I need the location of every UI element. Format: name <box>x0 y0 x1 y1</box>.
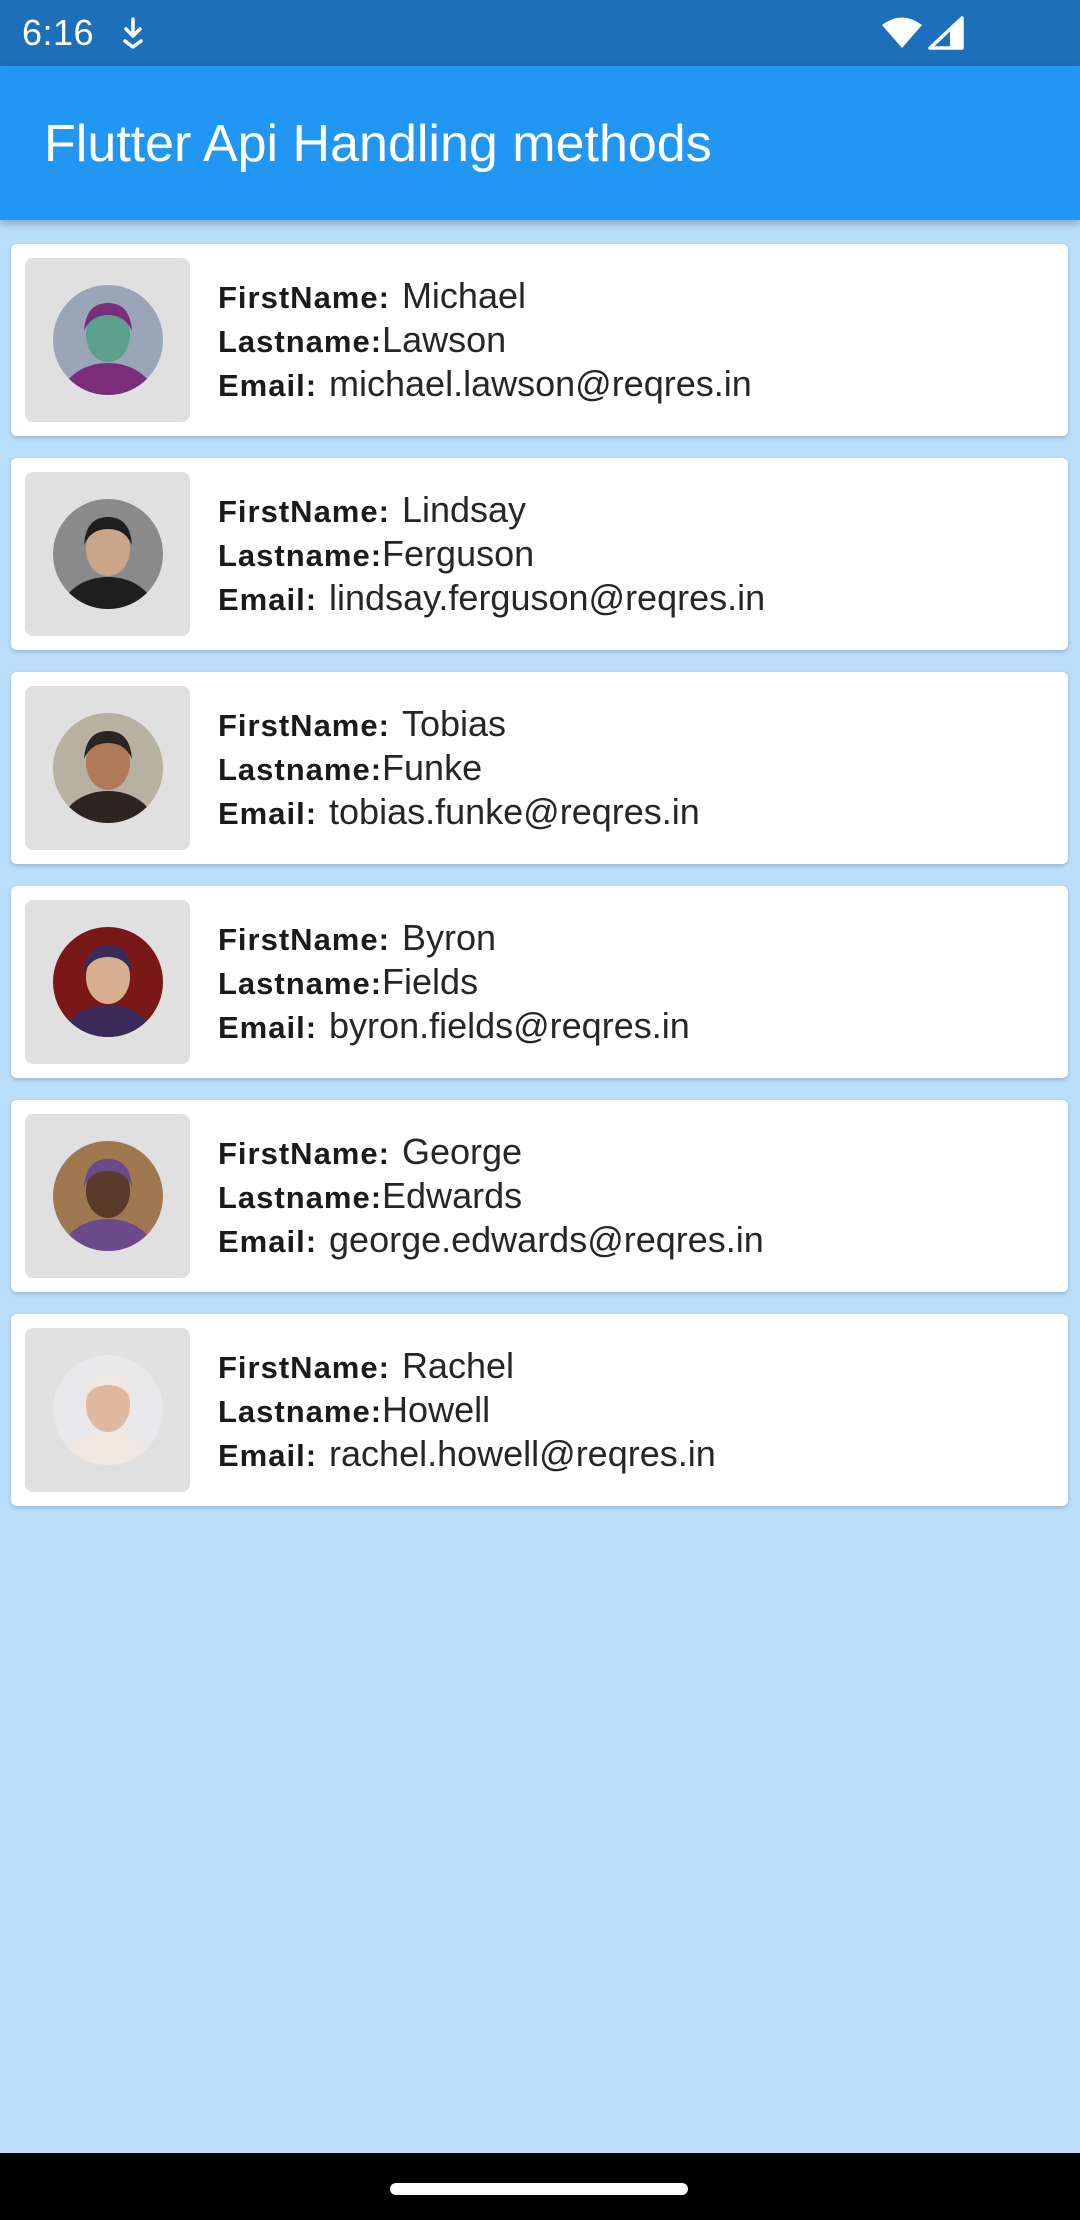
email-label: Email: <box>218 1224 318 1259</box>
user-info: FirstName: George Lastname:Edwards Email: ge… <box>218 1130 764 1262</box>
avatar <box>53 1355 163 1465</box>
last-name-label: Lastname: <box>218 324 383 359</box>
first-name-value: Byron <box>401 917 496 958</box>
status-time: 6:16 <box>22 12 95 53</box>
first-name-value: Rachel <box>401 1345 514 1386</box>
email-label: Email: <box>218 796 318 831</box>
first-name-row: FirstName: Michael <box>218 274 752 318</box>
first-name-row: FirstName: Byron <box>218 916 690 960</box>
email-value: lindsay.ferguson@reqres.in <box>329 577 766 618</box>
user-card[interactable]: FirstName: Michael Lastname:Lawson Email: mi… <box>11 244 1068 436</box>
email-label: Email: <box>218 368 318 403</box>
email-value: michael.lawson@reqres.in <box>329 363 752 404</box>
last-name-value: Ferguson <box>382 533 535 574</box>
navigation-bar <box>0 2153 1080 2220</box>
email-row: Email: george.edwards@reqres.in <box>218 1218 764 1262</box>
first-name-value: Michael <box>401 275 526 316</box>
first-name-value: Lindsay <box>401 489 527 530</box>
last-name-value: Edwards <box>382 1175 523 1216</box>
avatar-container <box>25 1328 190 1492</box>
status-bar: 6:16 <box>0 0 1080 66</box>
avatar-container <box>25 258 190 422</box>
last-name-label: Lastname: <box>218 752 383 787</box>
avatar <box>53 499 163 609</box>
email-row: Email: lindsay.ferguson@reqres.in <box>218 576 765 620</box>
first-name-value: George <box>401 1131 523 1172</box>
email-value: george.edwards@reqres.in <box>329 1219 764 1260</box>
last-name-label: Lastname: <box>218 538 383 573</box>
user-info: FirstName: Rachel Lastname:Howell Email: rac… <box>218 1344 716 1476</box>
last-name-row: Lastname:Ferguson <box>218 532 765 576</box>
last-name-label: Lastname: <box>218 966 383 1001</box>
user-info: FirstName: Byron Lastname:Fields Email: byro… <box>218 916 690 1048</box>
user-card[interactable]: FirstName: Byron Lastname:Fields Email: byro… <box>11 886 1068 1078</box>
avatar <box>53 285 163 395</box>
last-name-label: Lastname: <box>218 1180 383 1215</box>
email-label: Email: <box>218 1438 318 1473</box>
first-name-row: FirstName: Lindsay <box>218 488 765 532</box>
user-info: FirstName: Tobias Lastname:Funke Email: tobi… <box>218 702 700 834</box>
first-name-label: FirstName: <box>218 280 390 315</box>
user-info: FirstName: Lindsay Lastname:Ferguson Email:… <box>218 488 765 620</box>
avatar <box>53 1141 163 1251</box>
first-name-label: FirstName: <box>218 1350 390 1385</box>
last-name-row: Lastname:Edwards <box>218 1174 764 1218</box>
avatar-container <box>25 1114 190 1278</box>
avatar-container <box>25 686 190 850</box>
avatar-container <box>25 900 190 1064</box>
email-label: Email: <box>218 1010 318 1045</box>
last-name-value: Fields <box>382 961 479 1002</box>
last-name-value: Howell <box>382 1389 491 1430</box>
last-name-value: Lawson <box>382 319 507 360</box>
email-row: Email: rachel.howell@reqres.in <box>218 1432 716 1476</box>
last-name-row: Lastname:Fields <box>218 960 690 1004</box>
email-value: byron.fields@reqres.in <box>329 1005 690 1046</box>
last-name-value: Funke <box>382 747 483 788</box>
email-value: rachel.howell@reqres.in <box>329 1433 716 1474</box>
wifi-icon <box>882 17 922 48</box>
user-card[interactable]: FirstName: Tobias Lastname:Funke Email: tobi… <box>11 672 1068 864</box>
first-name-row: FirstName: George <box>218 1130 764 1174</box>
first-name-value: Tobias <box>401 703 506 744</box>
last-name-row: Lastname:Howell <box>218 1388 716 1432</box>
user-card[interactable]: FirstName: Lindsay Lastname:Ferguson Email:… <box>11 458 1068 650</box>
email-row: Email: byron.fields@reqres.in <box>218 1004 690 1048</box>
email-value: tobias.funke@reqres.in <box>329 791 700 832</box>
signal-icon <box>928 16 964 50</box>
app-bar: Flutter Api Handling methods <box>0 66 1080 220</box>
app-title: Flutter Api Handling methods <box>44 115 712 173</box>
last-name-row: Lastname:Funke <box>218 746 700 790</box>
email-label: Email: <box>218 582 318 617</box>
user-info: FirstName: Michael Lastname:Lawson Email: mi… <box>218 274 752 406</box>
download-icon <box>123 17 143 49</box>
avatar <box>53 713 163 823</box>
user-card[interactable]: FirstName: George Lastname:Edwards Email: ge… <box>11 1100 1068 1292</box>
home-gesture-handle[interactable] <box>390 2183 688 2195</box>
first-name-label: FirstName: <box>218 494 390 529</box>
first-name-label: FirstName: <box>218 1136 390 1171</box>
email-row: Email: tobias.funke@reqres.in <box>218 790 700 834</box>
first-name-label: FirstName: <box>218 922 390 957</box>
user-card[interactable]: FirstName: Rachel Lastname:Howell Email: rac… <box>11 1314 1068 1506</box>
first-name-label: FirstName: <box>218 708 390 743</box>
first-name-row: FirstName: Rachel <box>218 1344 716 1388</box>
avatar-container <box>25 472 190 636</box>
last-name-label: Lastname: <box>218 1394 383 1429</box>
email-row: Email: michael.lawson@reqres.in <box>218 362 752 406</box>
last-name-row: Lastname:Lawson <box>218 318 752 362</box>
avatar <box>53 927 163 1037</box>
first-name-row: FirstName: Tobias <box>218 702 700 746</box>
